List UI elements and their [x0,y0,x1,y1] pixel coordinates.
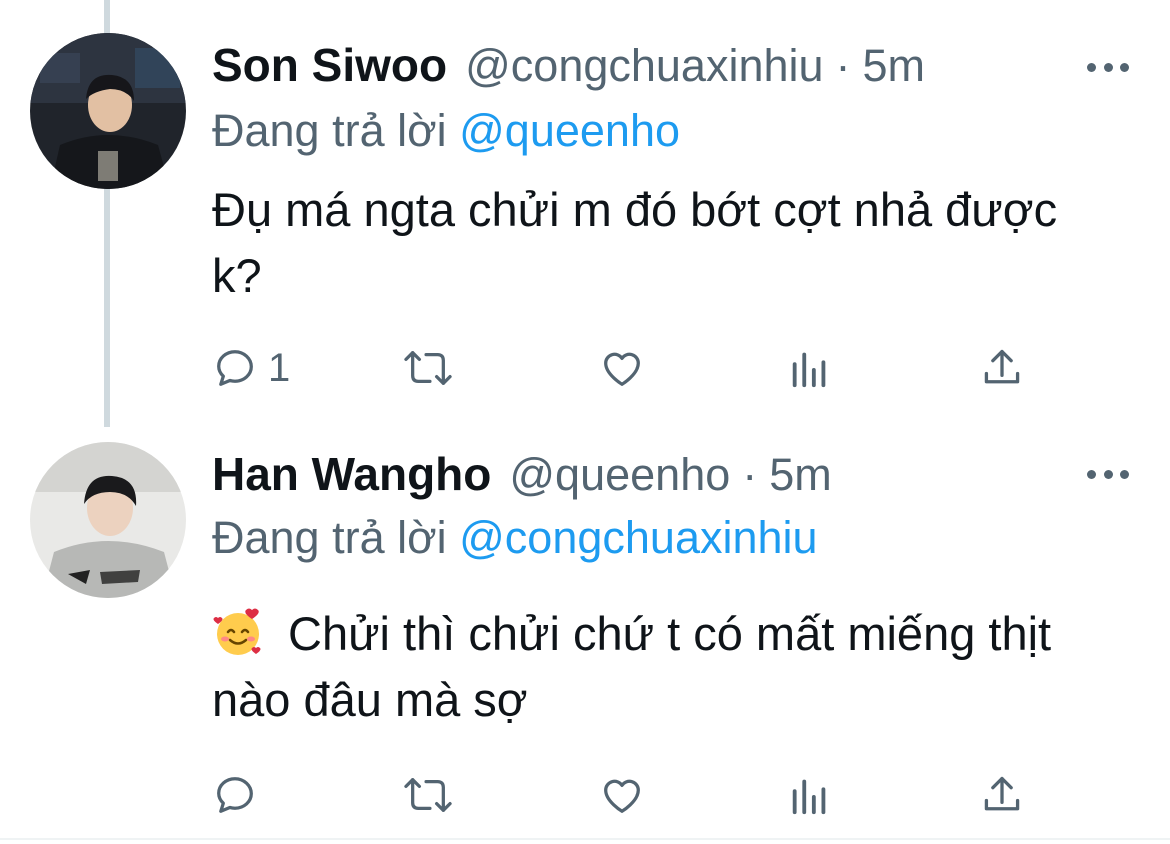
divider [0,838,1170,840]
tweet-header: Han Wangho @queenho · 5m [212,447,832,503]
views-bar-chart-icon [792,352,826,388]
like-button[interactable] [598,343,646,393]
more-dots-icon[interactable] [1087,467,1129,481]
timestamp[interactable]: 5m [863,40,926,92]
reply-count: 1 [268,345,291,390]
replying-prefix: Đang trả lời [212,512,447,563]
like-heart-icon [604,352,640,386]
share-upload-icon [984,776,1020,811]
like-button[interactable] [598,770,646,820]
reply-icon [217,350,253,386]
reply-icon [217,777,253,813]
display-name[interactable]: Son Siwoo [212,38,447,92]
retweet-icon [404,351,452,385]
replying-mention-link[interactable]: @congchuaxinhiu [459,512,817,563]
replying-to: Đang trả lời @queenho [212,105,680,157]
like-heart-icon [604,779,640,813]
retweet-icon [404,778,452,812]
tweet-actions [212,770,1062,820]
tweet[interactable]: Han Wangho @queenho · 5m Đang trả lời @c… [0,427,1170,844]
display-name[interactable]: Han Wangho [212,447,491,501]
views-button[interactable] [790,770,830,820]
avatar[interactable] [30,33,186,189]
views-button[interactable] [790,343,830,393]
tweet[interactable]: Son Siwoo @congchuaxinhiu · 5m Đang trả … [0,0,1170,427]
tweet-text: Đụ má ngta chửi m đó bớt cợt nhả được k? [212,183,1058,302]
tweet-header: Son Siwoo @congchuaxinhiu · 5m [212,38,925,94]
retweet-button[interactable] [400,343,456,393]
share-upload-icon [984,349,1020,384]
user-handle[interactable]: @congchuaxinhiu [465,40,823,92]
reply-button[interactable]: 1 [212,343,290,393]
replying-prefix: Đang trả lời [212,105,447,156]
separator-dot: · [742,449,758,500]
user-handle[interactable]: @queenho [509,449,730,501]
smiling-face-with-hearts-emoji [212,606,264,658]
more-dots-icon[interactable] [1087,60,1129,74]
separator-dot: · [835,40,851,91]
reply-button[interactable] [212,770,268,820]
tweet-text: Chửi thì chửi chứ t có mất miếng thịt nà… [212,601,1112,733]
avatar[interactable] [30,442,186,598]
replying-mention-link[interactable]: @queenho [459,105,680,156]
tweet-actions: 1 [212,343,1062,393]
tweet-text-content: Chửi thì chửi chứ t có mất miếng thịt nà… [212,607,1052,726]
timestamp[interactable]: 5m [769,449,832,501]
replying-to: Đang trả lời @congchuaxinhiu [212,512,818,564]
share-button[interactable] [980,770,1024,820]
retweet-button[interactable] [400,770,456,820]
share-button[interactable] [980,343,1024,393]
views-bar-chart-icon [792,779,826,815]
